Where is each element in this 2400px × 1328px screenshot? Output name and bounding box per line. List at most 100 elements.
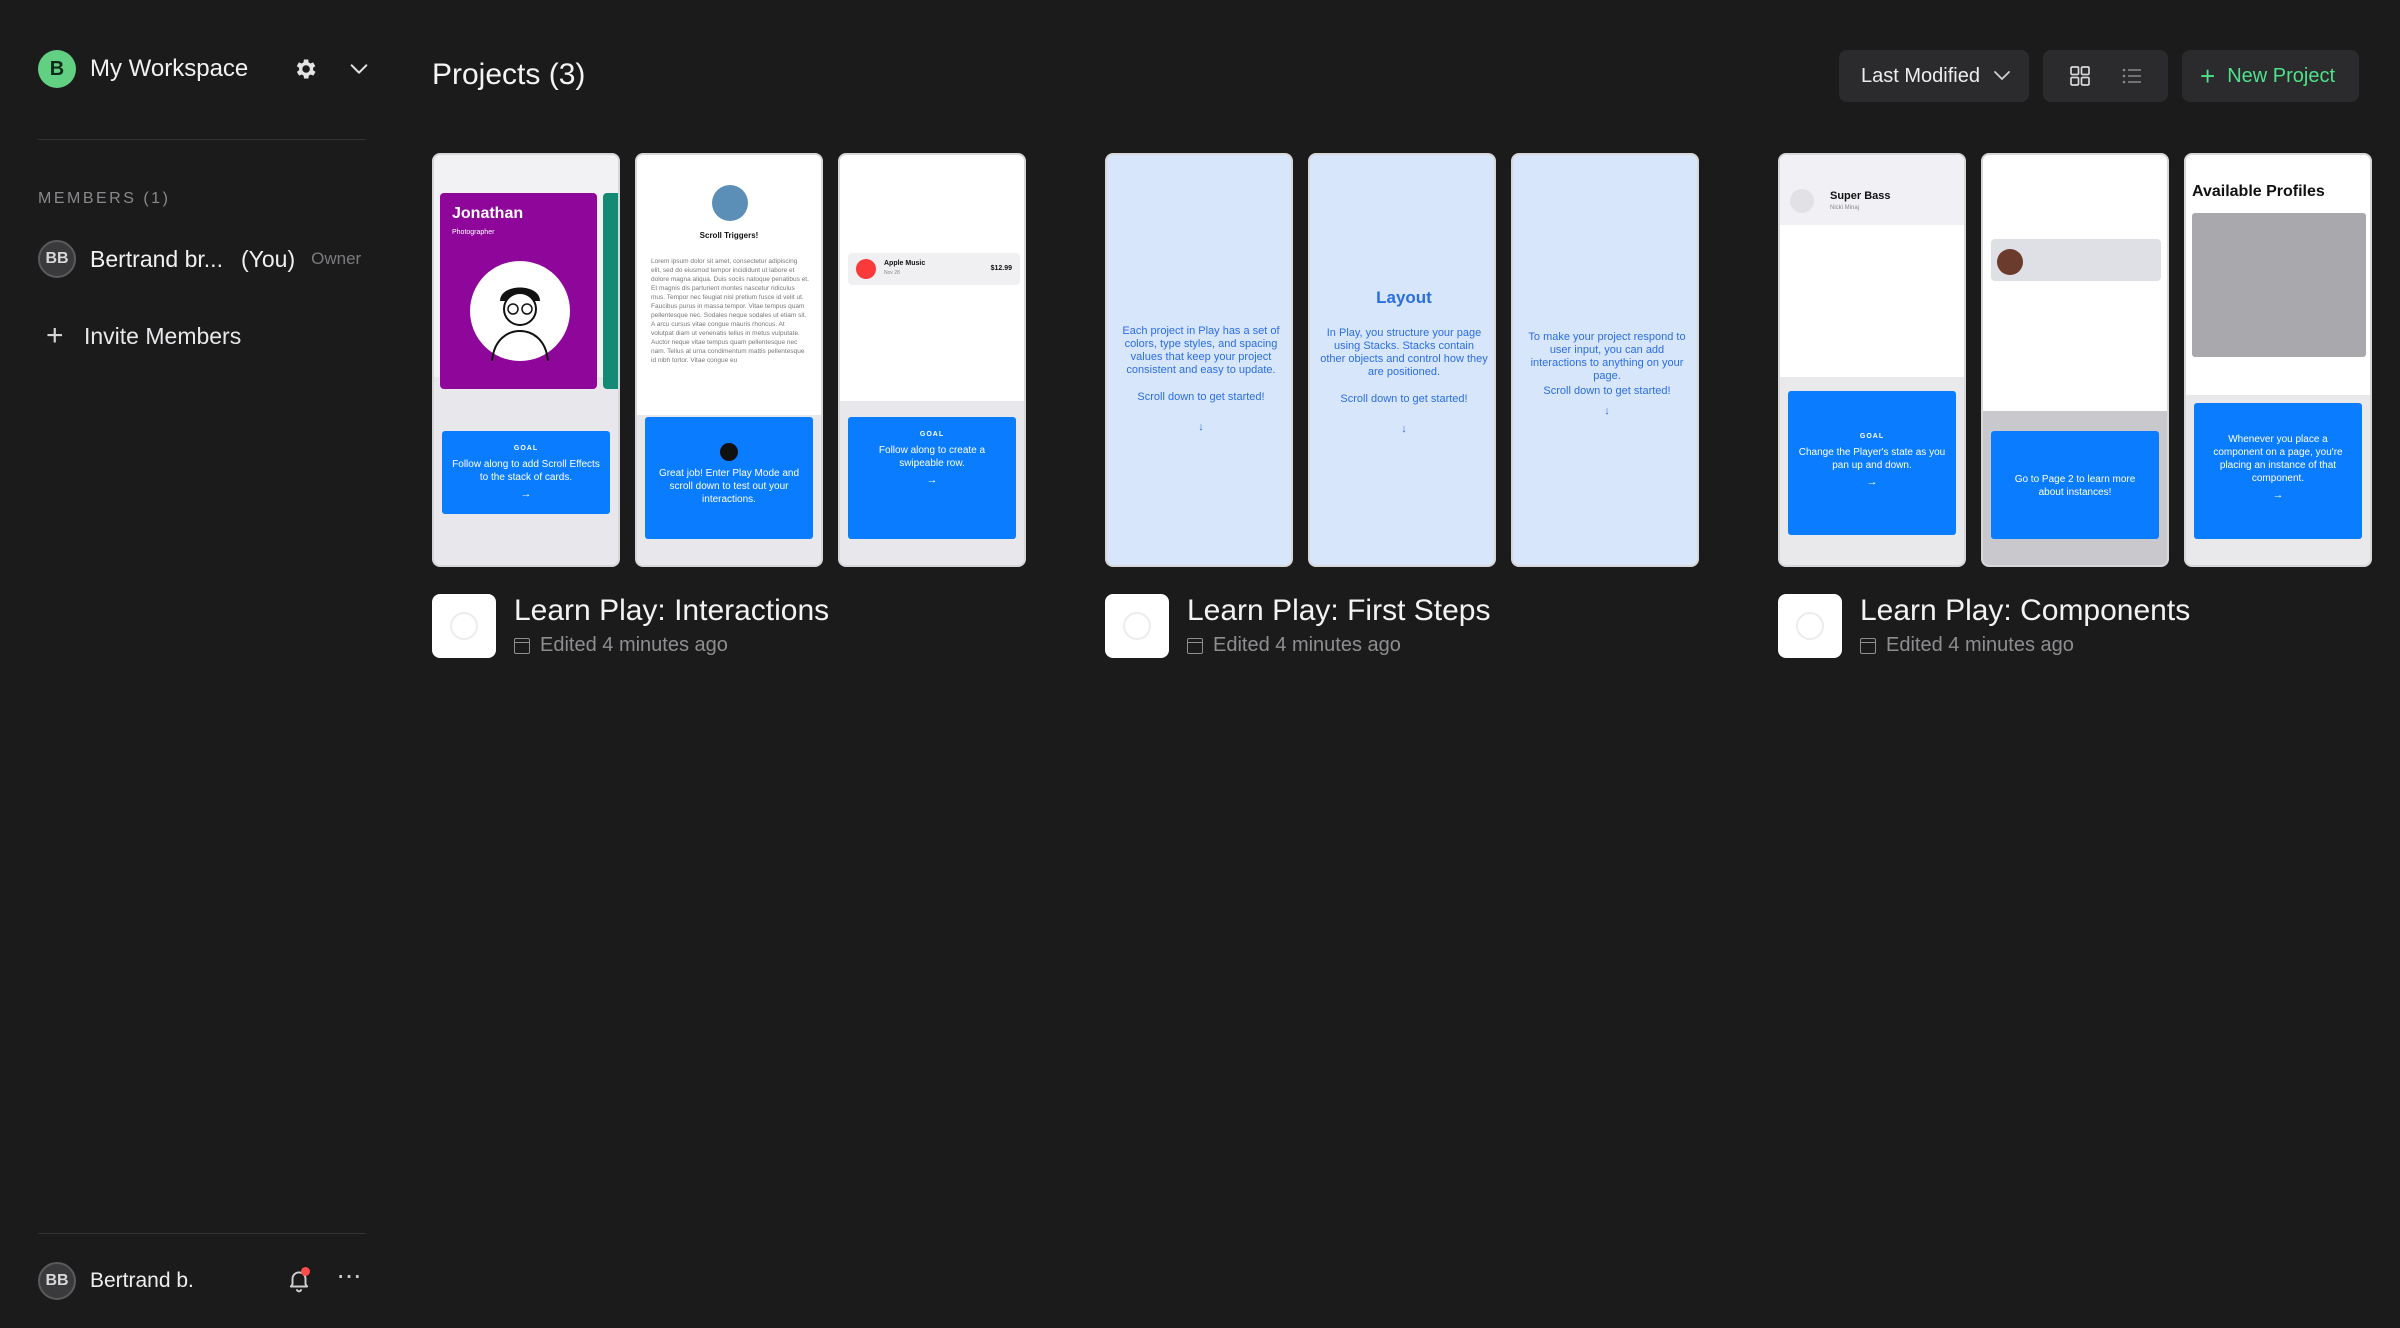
thumbnail-background: [1983, 155, 2167, 411]
goal-box: GOAL Follow along to add Scroll Effects …: [442, 431, 610, 514]
invite-members-label: Invite Members: [84, 322, 242, 349]
edited-text: Edited 4 minutes ago: [1213, 634, 1401, 656]
card-name: Jonathan: [452, 205, 524, 222]
player-subtitle: Nicki Minaj: [1830, 205, 1860, 211]
play-icon: [720, 443, 738, 461]
scroll-hint: Scroll down to get started!: [1340, 393, 1468, 405]
sort-dropdown[interactable]: Last Modified: [1839, 50, 2029, 102]
arrow-down-icon: ↓: [1401, 423, 1407, 435]
new-project-label: New Project: [2227, 64, 2335, 87]
project-card[interactable]: Super Bass Nicki Minaj GOAL Change the P…: [1778, 153, 2378, 673]
scroll-hint: Scroll down to get started!: [1137, 391, 1265, 403]
item-subtitle: Nov 28: [884, 270, 900, 276]
arrow-right-icon: →: [1866, 476, 1878, 488]
arrow-right-icon: →: [926, 474, 938, 486]
member-row[interactable]: BB Bertrand br... (You) Owner: [38, 238, 368, 280]
project-thumbnail: Scroll Triggers! Lorem ipsum dolor sit a…: [635, 153, 823, 567]
edited-text: Edited 4 minutes ago: [1886, 634, 2074, 656]
view-toggle: [2043, 50, 2168, 102]
scroll-title: Scroll Triggers!: [699, 231, 759, 240]
goal-box: GOAL Change the Player's state as you pa…: [1788, 391, 1956, 535]
project-icon: [432, 594, 496, 658]
lorem-text: Lorem ipsum dolor sit amet, consectetur …: [651, 258, 809, 364]
chevron-down-icon: [1994, 71, 2010, 81]
avatar: BB: [38, 1262, 76, 1300]
goal-text: Whenever you place a component on a page…: [2213, 434, 2343, 484]
scroll-hint: Scroll down to get started!: [1543, 385, 1671, 397]
grid-view-icon[interactable]: [2069, 65, 2091, 87]
member-name: Bertrand br...: [90, 245, 223, 272]
profile-card-next: [603, 193, 618, 389]
sidebar-divider: [38, 139, 366, 140]
project-card[interactable]: Each project in Play has a set of colors…: [1105, 153, 1705, 673]
new-project-button[interactable]: + New Project: [2182, 50, 2359, 102]
sidebar: B My Workspace MEMBERS (1) BB Bertrand b…: [0, 0, 400, 1328]
goal-box: Great job! Enter Play Mode and scroll do…: [645, 417, 813, 539]
workspace-switcher[interactable]: B My Workspace: [38, 48, 248, 90]
play-icon: [1790, 189, 1814, 213]
arrow-right-icon: →: [520, 488, 532, 500]
project-thumbnail: Available Profiles Whenever you place a …: [2184, 153, 2372, 567]
member-role: Owner: [311, 249, 362, 268]
page-title: Projects (3): [432, 58, 586, 91]
goal-label: GOAL: [513, 445, 539, 452]
goal-box: Whenever you place a component on a page…: [2194, 403, 2362, 539]
profile-card: Jonathan Photographer: [440, 193, 597, 389]
project-edited: Edited 4 minutes ago: [1187, 634, 1401, 657]
item-price: $12.99: [990, 265, 1012, 272]
chevron-down-icon[interactable]: [348, 58, 370, 80]
goal-text: Follow along to add Scroll Effects to th…: [452, 459, 600, 483]
thumbnail-text: To make your project respond to user inp…: [1528, 331, 1686, 382]
thumbnail-heading: Layout: [1376, 288, 1432, 307]
project-thumbnail: Each project in Play has a set of colors…: [1105, 153, 1293, 567]
project-card[interactable]: Jonathan Photographer GOAL Follow along …: [432, 153, 1032, 673]
goal-text: Change the Player's state as you pan up …: [1798, 447, 1946, 471]
notification-dot: [301, 1267, 310, 1276]
goal-box: Go to Page 2 to learn more about instanc…: [1991, 431, 2159, 539]
list-view-icon[interactable]: [2121, 65, 2143, 87]
goal-text: Follow along to create a swipeable row.: [878, 445, 986, 469]
arrow-right-icon: →: [2272, 489, 2284, 501]
project-thumbnail: Jonathan Photographer GOAL Follow along …: [432, 153, 620, 567]
calendar-icon: [514, 637, 530, 654]
project-thumbnail: To make your project respond to user inp…: [1511, 153, 1699, 567]
calendar-icon: [1860, 637, 1876, 654]
plus-icon: +: [46, 319, 64, 352]
current-user-name: Bertrand b.: [90, 1269, 194, 1292]
project-thumbnail: Layout In Play, you structure your page …: [1308, 153, 1496, 567]
goal-text: Great job! Enter Play Mode and scroll do…: [658, 468, 800, 505]
project-title[interactable]: Learn Play: Components: [1860, 594, 2190, 628]
current-user[interactable]: BB Bertrand b.: [38, 1262, 194, 1300]
goal-text: Go to Page 2 to learn more about instanc…: [2014, 474, 2136, 498]
thumbnail-text: In Play, you structure your page using S…: [1320, 327, 1488, 378]
player-header: Super Bass Nicki Minaj: [1780, 155, 1964, 225]
thumbnail-text: Each project in Play has a set of colors…: [1122, 325, 1280, 376]
project-title[interactable]: Learn Play: First Steps: [1187, 594, 1490, 628]
project-title[interactable]: Learn Play: Interactions: [514, 594, 829, 628]
sort-label: Last Modified: [1861, 64, 1980, 87]
goal-box: GOAL Follow along to create a swipeable …: [848, 417, 1016, 539]
goal-label: GOAL: [1859, 433, 1885, 440]
goal-label: GOAL: [919, 431, 945, 438]
project-thumbnail: Apple Music Nov 28 $12.99 GOAL Follow al…: [838, 153, 1026, 567]
card-subtitle: Photographer: [452, 229, 495, 236]
portrait-image: [470, 261, 570, 362]
workspace-avatar: B: [38, 50, 76, 88]
members-heading: MEMBERS (1): [38, 190, 171, 207]
calendar-icon: [1187, 637, 1203, 654]
arrow-down-icon: ↓: [1198, 421, 1204, 433]
project-thumbnail: Go to Page 2 to learn more about instanc…: [1981, 153, 2169, 567]
arrow-down-icon: ↓: [1604, 405, 1610, 417]
project-thumbnail: Super Bass Nicki Minaj GOAL Change the P…: [1778, 153, 1966, 567]
player-name: Super Bass: [1830, 190, 1891, 202]
music-icon: [856, 259, 876, 279]
project-edited: Edited 4 minutes ago: [1860, 634, 2074, 657]
plus-icon: +: [2200, 61, 2216, 91]
project-icon: [1105, 594, 1169, 658]
gear-icon[interactable]: [292, 56, 318, 82]
invite-members-button[interactable]: + Invite Members: [46, 316, 241, 356]
list-item: [1991, 239, 2161, 281]
workspace-name: My Workspace: [90, 55, 249, 82]
more-options-icon[interactable]: ···: [336, 1261, 362, 1292]
sidebar-footer-divider: [38, 1233, 366, 1234]
